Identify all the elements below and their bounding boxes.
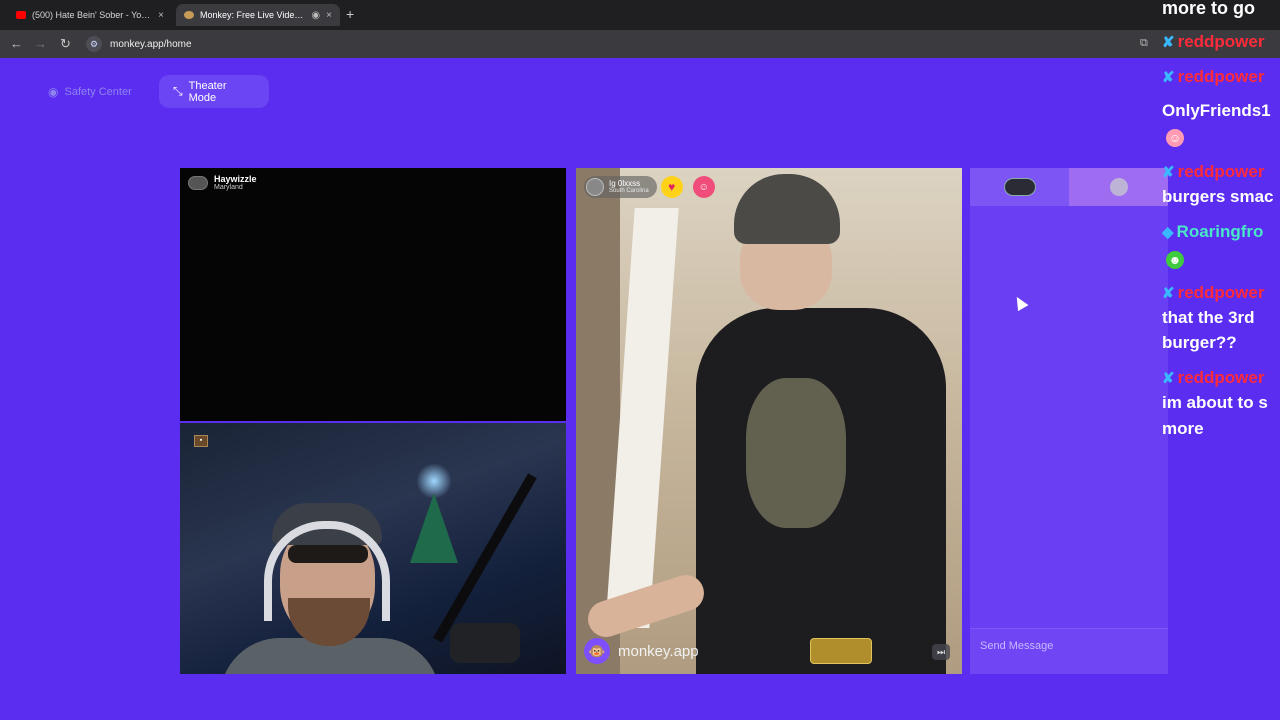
overlay-message: ✘ reddpower	[1162, 283, 1264, 303]
close-tab-icon[interactable]: ×	[326, 10, 332, 21]
partner-user-chip[interactable]: Ig 0lxxss South Carolina	[584, 176, 657, 198]
site-info-icon[interactable]: ⚙	[86, 36, 102, 52]
monkey-logo-icon: 🐵	[584, 638, 610, 664]
skip-icon[interactable]: ⏭	[932, 644, 950, 660]
christmas-tree	[410, 493, 458, 563]
monkey-watermark: 🐵 monkey.app	[584, 638, 699, 664]
overlay-text: burger??	[1162, 333, 1237, 352]
safety-center-button[interactable]: ◉ Safety Center	[34, 75, 152, 108]
emote-icon: ☺	[1166, 129, 1184, 147]
watermark-text: monkey.app	[618, 642, 699, 660]
cast-icon[interactable]: ⧉	[1140, 37, 1148, 50]
partner-username: Ig 0lxxss	[609, 179, 641, 188]
sword-icon: ✘	[1162, 69, 1175, 86]
reload-button[interactable]: ↻	[60, 36, 71, 52]
sword-icon: ✘	[1162, 285, 1175, 302]
shirt-badge	[810, 638, 872, 664]
send-message-box	[970, 628, 1168, 674]
partner-video-tile: Ig 0lxxss South Carolina ♥ ☺ 🐵 monkey.ap…	[576, 168, 962, 674]
tab-title: (500) Hate Bein' Sober - YouTub	[32, 10, 153, 20]
browser-tab-bar: (500) Hate Bein' Sober - YouTub × Monkey…	[0, 0, 1280, 30]
gift-icon[interactable]: ☺	[692, 176, 715, 198]
expand-icon: ⤡	[173, 84, 183, 98]
recording-icon: ◉	[311, 9, 321, 21]
tab-youtube[interactable]: (500) Hate Bein' Sober - YouTub ×	[8, 4, 172, 26]
monkey-icon	[184, 11, 194, 19]
overlay-text: burgers smac	[1162, 187, 1274, 206]
youtube-icon	[16, 11, 26, 19]
partner-info: Ig 0lxxss South Carolina ♥ ☺	[584, 176, 715, 198]
overlay-text: OnlyFriends1	[1162, 101, 1271, 120]
chat-panel	[970, 168, 1168, 674]
forward-button[interactable]: →	[34, 36, 47, 51]
sword-icon: ✘	[1162, 34, 1175, 51]
emote-icon: ☻	[1166, 251, 1184, 269]
overlay-username: reddpower	[1177, 32, 1265, 51]
overlay-header-text: more to go	[1162, 0, 1255, 18]
sword-icon: ✘	[1162, 164, 1175, 181]
self-username: Haywizzle	[214, 174, 257, 184]
overlay-username: Roaringfro	[1176, 222, 1264, 241]
overlay-text: that the 3rd	[1162, 308, 1255, 327]
overlay-message: ✘ reddpower	[1162, 32, 1264, 52]
close-tab-icon[interactable]: ×	[158, 10, 164, 21]
sword-icon: ✘	[1162, 370, 1175, 387]
self-location: Maryland	[214, 184, 243, 191]
overlay-message: ✘ reddpower	[1162, 368, 1264, 388]
avatar	[188, 176, 208, 190]
back-button[interactable]: ←	[10, 36, 23, 51]
overlay-username: reddpower	[1177, 67, 1265, 86]
url-text: monkey.app/home	[110, 38, 192, 50]
tab-title: Monkey: Free Live Video Ch	[200, 10, 306, 20]
tab-monkey[interactable]: Monkey: Free Live Video Ch ◉ ×	[176, 4, 340, 26]
stream-chat-overlay: more to go ✘ reddpower ✘ reddpower OnlyFri…	[1162, 0, 1280, 450]
new-tab-button[interactable]: +	[346, 6, 354, 22]
theater-mode-label: Theater Mode	[188, 79, 227, 104]
shield-icon: ◉	[48, 84, 59, 99]
theater-mode-button[interactable]: ⤡ Theater Mode	[159, 75, 269, 108]
avatar	[1109, 178, 1128, 196]
overlay-message: ◆ Roaringfro	[1162, 222, 1263, 242]
partner-location: South Carolina	[609, 188, 649, 194]
chat-tab-other[interactable]	[1069, 168, 1168, 206]
overlay-username: reddpower	[1177, 162, 1265, 181]
overlay-message: ✘ reddpower	[1162, 162, 1264, 182]
avatar	[586, 178, 604, 196]
overlay-username: reddpower	[1177, 283, 1265, 302]
self-video-tile: Haywizzle Maryland	[180, 168, 566, 421]
safety-center-label: Safety Center	[64, 85, 132, 98]
streamer-webcam: ▪	[180, 423, 566, 674]
overlay-message: ✘ reddpower	[1162, 67, 1264, 87]
overlay-text: im about to s	[1162, 393, 1268, 412]
heart-icon[interactable]: ♥	[660, 176, 683, 198]
partner-beanie	[734, 174, 840, 244]
overlay-username: reddpower	[1177, 368, 1265, 387]
cube-icon: ◆	[1162, 224, 1174, 241]
overlay-text: more	[1162, 419, 1204, 438]
send-message-input[interactable]	[970, 629, 1168, 674]
chat-tab-current[interactable]	[970, 168, 1069, 206]
self-user-label: Haywizzle Maryland	[188, 174, 257, 192]
chat-tabs	[970, 168, 1168, 206]
avatar	[1003, 178, 1036, 196]
address-bar[interactable]: ⚙ monkey.app/home	[86, 33, 1086, 55]
shirt-print	[746, 378, 846, 528]
stream-badge-icon: ▪	[194, 435, 208, 447]
microphone	[450, 623, 520, 663]
